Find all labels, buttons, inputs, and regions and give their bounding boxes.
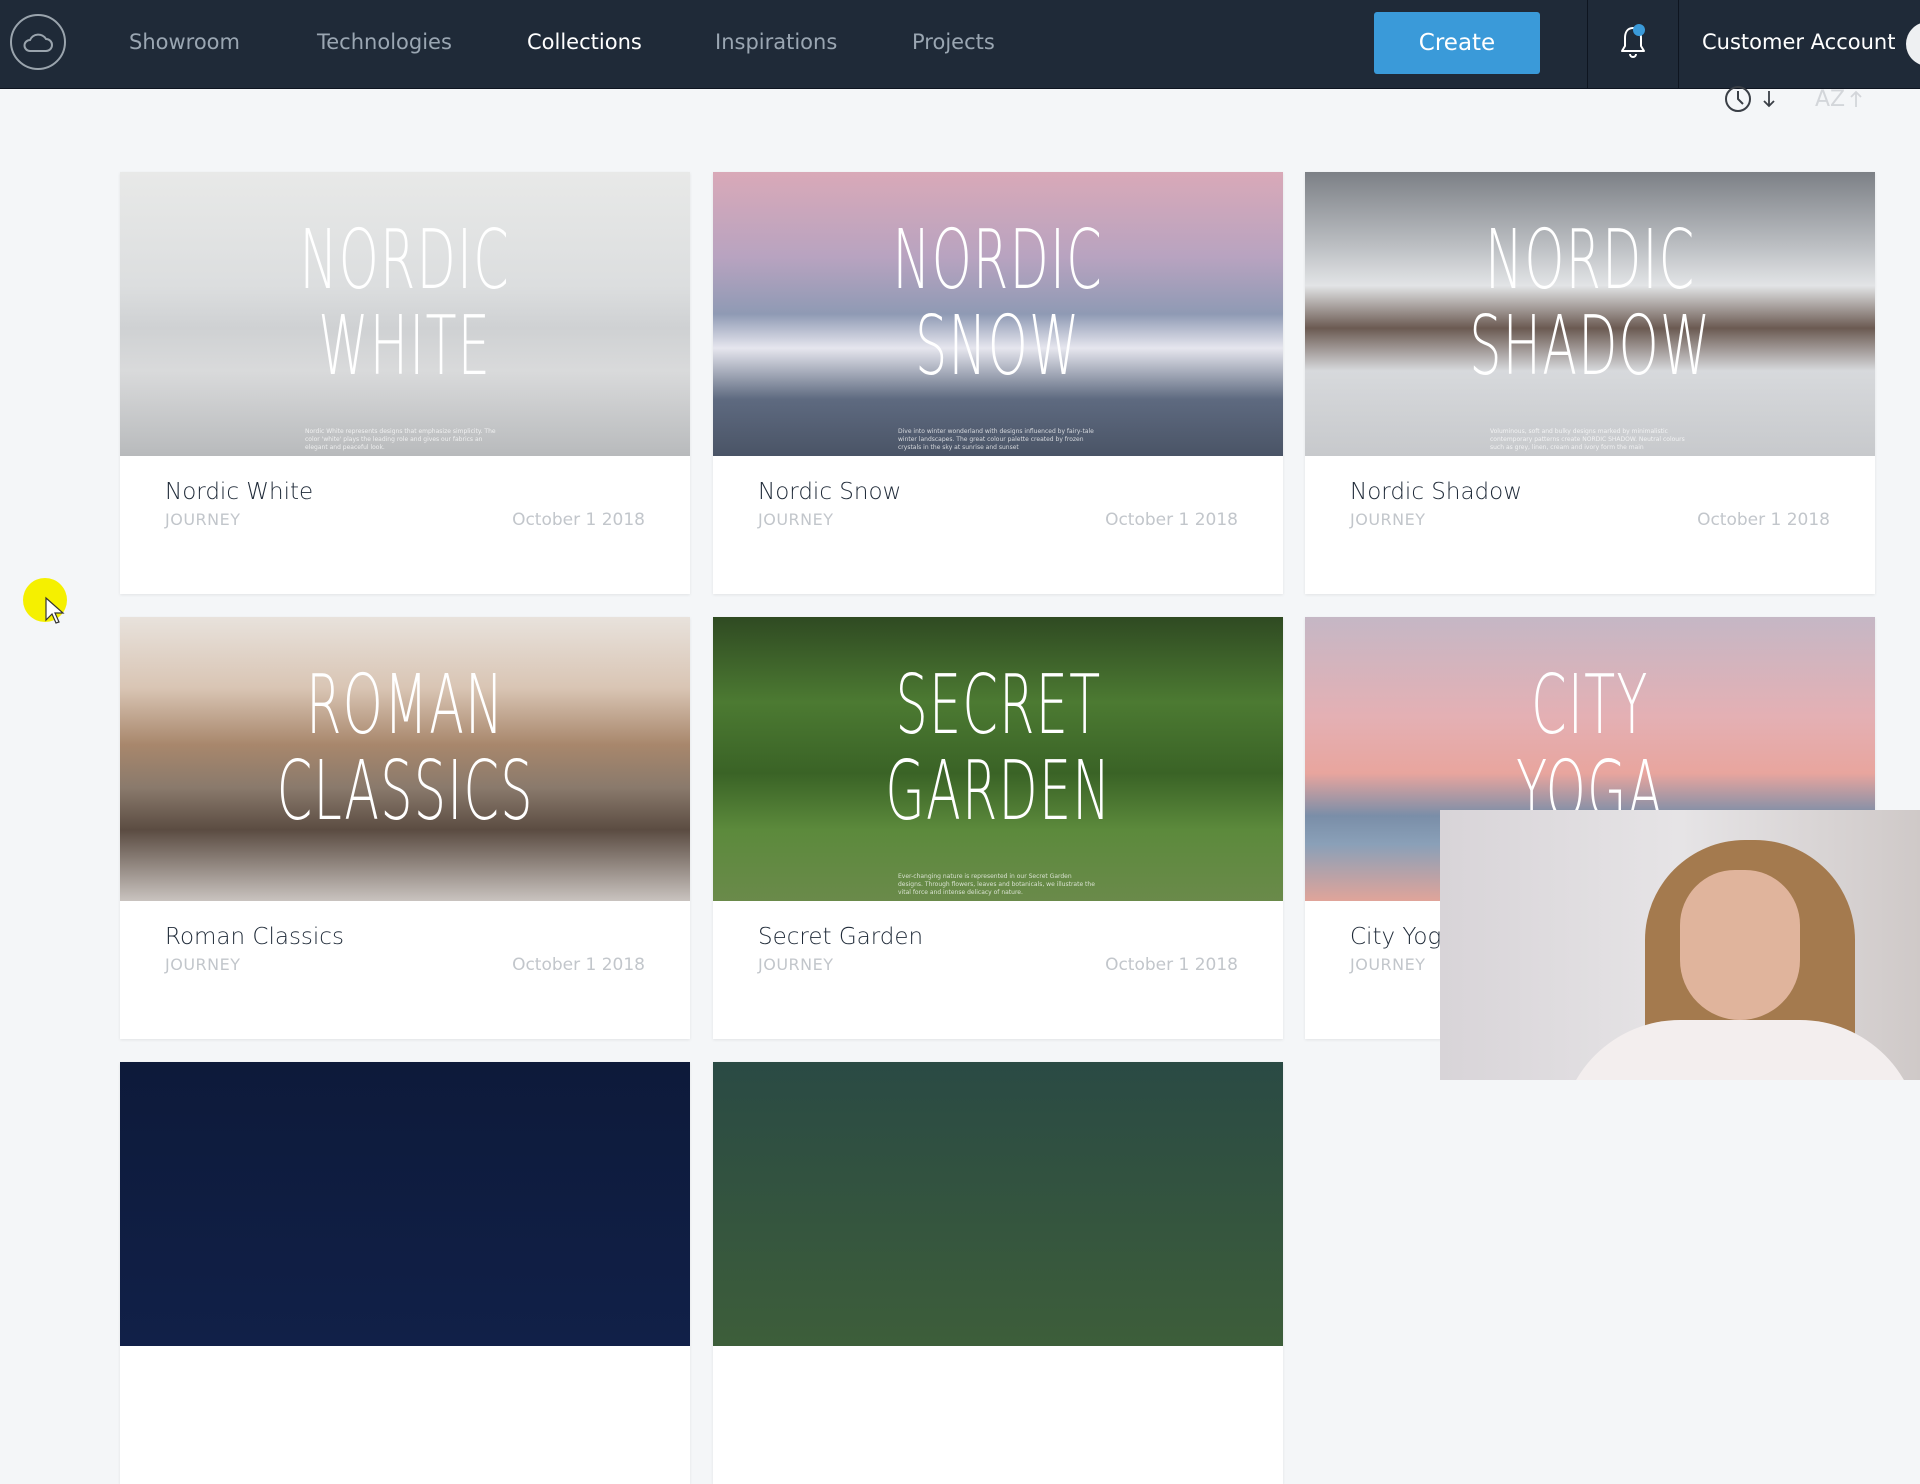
nav-inspirations[interactable]: Inspirations — [715, 30, 837, 54]
collection-name: Nordic Snow — [758, 479, 902, 505]
thumbnail-description: Ever-changing nature is represented in o… — [898, 873, 1095, 896]
notification-badge — [1633, 24, 1645, 36]
sort-az-label: AZ — [1815, 86, 1846, 112]
collection-card-partial[interactable] — [120, 1062, 690, 1484]
thumbnail-title: NORDIC SHADOW — [1468, 213, 1712, 394]
collection-thumbnail: SECRET GARDEN Ever-changing nature is re… — [713, 617, 1283, 901]
collection-card-roman-classics[interactable]: ROMAN CLASSICS Roman Classics JOURNEY Oc… — [120, 617, 690, 1039]
collection-name: City Yog — [1350, 924, 1442, 950]
mouse-cursor-icon — [45, 596, 65, 624]
nav-projects[interactable]: Projects — [912, 30, 995, 54]
logo[interactable] — [10, 14, 66, 70]
collection-date: October 1 2018 — [512, 955, 645, 975]
collection-thumbnail: NORDIC SHADOW Voluminous, soft and bulky… — [1305, 172, 1875, 456]
arrow-up-icon — [1850, 90, 1862, 107]
collection-card-nordic-snow[interactable]: NORDIC SNOW Dive into winter wonderland … — [713, 172, 1283, 594]
collection-type: JOURNEY — [165, 955, 241, 974]
navbar-divider — [1587, 0, 1588, 88]
nav-collections[interactable]: Collections — [527, 30, 642, 54]
thumbnail-title: ROMAN CLASSICS — [276, 658, 534, 839]
collection-type: JOURNEY — [1350, 510, 1426, 529]
top-navbar: Showroom Technologies Collections Inspir… — [0, 0, 1920, 89]
collection-thumbnail: NORDIC SNOW Dive into winter wonderland … — [713, 172, 1283, 456]
avatar[interactable] — [1906, 22, 1920, 66]
thumbnail-title: SECRET GARDEN — [884, 658, 1112, 839]
cloud-icon — [23, 33, 53, 52]
collection-card-secret-garden[interactable]: SECRET GARDEN Ever-changing nature is re… — [713, 617, 1283, 1039]
presenter-shirt — [1560, 1020, 1920, 1080]
collection-card-partial[interactable] — [713, 1062, 1283, 1484]
collection-date: October 1 2018 — [1105, 955, 1238, 975]
sort-by-date-button[interactable] — [1724, 84, 1776, 114]
collection-card-nordic-white[interactable]: NORDIC WHITE Nordic White represents des… — [120, 172, 690, 594]
arrow-down-icon — [1763, 91, 1775, 108]
collection-type: JOURNEY — [758, 510, 834, 529]
customer-account-link[interactable]: Customer Account — [1702, 30, 1895, 54]
collection-thumbnail — [120, 1062, 690, 1346]
collection-name: Roman Classics — [165, 924, 344, 950]
nav-technologies[interactable]: Technologies — [317, 30, 452, 54]
collection-name: Secret Garden — [758, 924, 924, 950]
collection-name: Nordic Shadow — [1350, 479, 1523, 505]
collection-card-nordic-shadow[interactable]: NORDIC SHADOW Voluminous, soft and bulky… — [1305, 172, 1875, 594]
collection-thumbnail — [713, 1062, 1283, 1346]
collection-type: JOURNEY — [758, 955, 834, 974]
presenter-face — [1680, 870, 1800, 1020]
collection-date: October 1 2018 — [512, 510, 645, 530]
thumbnail-description: Dive into winter wonderland with designs… — [898, 428, 1094, 451]
collection-type: JOURNEY — [165, 510, 241, 529]
collection-date: October 1 2018 — [1105, 510, 1238, 530]
navbar-divider — [1678, 0, 1679, 88]
collection-type: JOURNEY — [1350, 955, 1426, 974]
thumbnail-title: NORDIC SNOW — [892, 213, 1104, 394]
create-button[interactable]: Create — [1374, 12, 1540, 74]
clock-icon — [1725, 86, 1751, 112]
thumbnail-description: Voluminous, soft and bulky designs marke… — [1490, 428, 1685, 451]
webcam-overlay — [1440, 810, 1920, 1080]
thumbnail-title: NORDIC WHITE — [299, 213, 511, 394]
nav-showroom[interactable]: Showroom — [129, 30, 240, 54]
collection-date: October 1 2018 — [1697, 510, 1830, 530]
collection-name: Nordic White — [165, 479, 314, 505]
collection-thumbnail: NORDIC WHITE Nordic White represents des… — [120, 172, 690, 456]
collection-thumbnail: ROMAN CLASSICS — [120, 617, 690, 901]
sort-alphabetical-button[interactable]: AZ — [1815, 84, 1863, 114]
thumbnail-description: Nordic White represents designs that emp… — [305, 428, 496, 451]
